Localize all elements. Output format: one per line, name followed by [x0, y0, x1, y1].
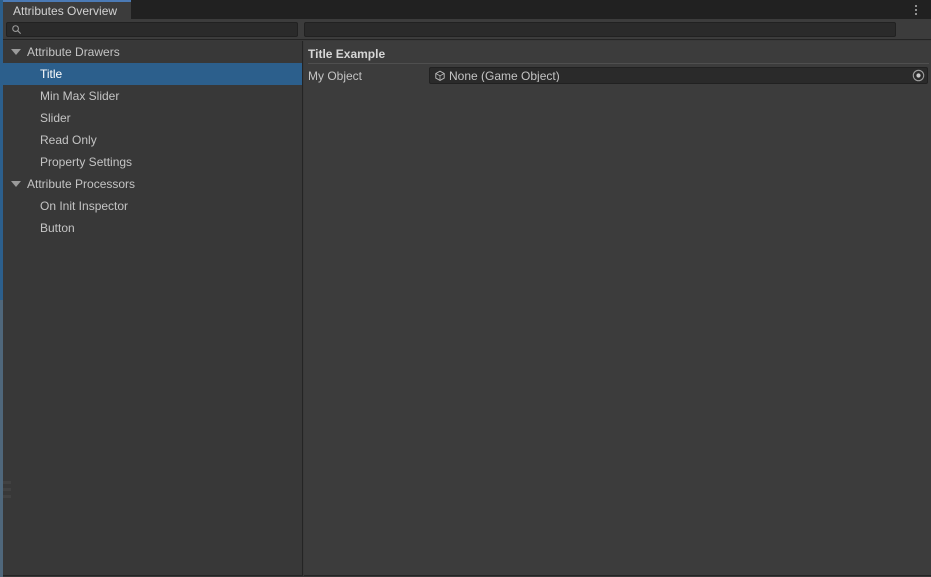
sidebar-item-read-only[interactable]: Read Only — [3, 129, 302, 151]
inspector-header: Title Example — [304, 45, 931, 63]
gutter-artifact — [3, 481, 11, 484]
sidebar-panel: Attribute Drawers Title Min Max Slider Slid… — [3, 41, 303, 576]
sidebar-item-label: Slider — [40, 112, 71, 124]
kebab-menu-icon[interactable] — [909, 2, 923, 17]
sidebar-item-button[interactable]: Button — [3, 217, 302, 239]
sidebar-item-title[interactable]: Title — [3, 63, 302, 85]
gameobject-icon — [434, 70, 446, 82]
inspector-header-divider — [308, 63, 929, 64]
chevron-down-icon[interactable] — [9, 177, 23, 191]
sidebar-item-label: Title — [40, 68, 62, 80]
property-row-my-object: My Object None (Game Object) — [304, 66, 931, 85]
sidebar-item-property-settings[interactable]: Property Settings — [3, 151, 302, 173]
inspector-header-label: Title Example — [308, 47, 385, 61]
sidebar-item-attribute-processors[interactable]: Attribute Processors — [3, 173, 302, 195]
sidebar-item-slider[interactable]: Slider — [3, 107, 302, 129]
tab-label: Attributes Overview — [13, 5, 117, 17]
search-input[interactable] — [22, 23, 297, 36]
tab-bar: Attributes Overview — [0, 0, 931, 19]
toolbar-secondary-field[interactable] — [304, 22, 896, 37]
object-picker-glyph — [912, 69, 925, 82]
sidebar-item-label: Read Only — [40, 134, 97, 146]
toolbar — [0, 19, 931, 40]
object-picker-icon[interactable] — [911, 68, 926, 83]
search-icon — [11, 24, 22, 35]
sidebar-item-label: Attribute Drawers — [27, 46, 120, 58]
sidebar-item-on-init-inspector[interactable]: On Init Inspector — [3, 195, 302, 217]
sidebar-item-label: Button — [40, 222, 75, 234]
property-label: My Object — [304, 70, 429, 82]
sidebar-item-label: On Init Inspector — [40, 200, 128, 212]
kebab-dot — [915, 13, 917, 15]
tab-attributes-overview[interactable]: Attributes Overview — [3, 0, 131, 19]
sidebar-item-min-max-slider[interactable]: Min Max Slider — [3, 85, 302, 107]
search-field[interactable] — [6, 22, 298, 37]
window-focus-strip-inactive — [0, 300, 3, 577]
kebab-dot — [915, 9, 917, 11]
gutter-artifact — [3, 488, 11, 491]
chevron-down-icon[interactable] — [9, 45, 23, 59]
inspector-panel: Title Example My Object None (Game Objec… — [304, 41, 931, 576]
sidebar-item-label: Min Max Slider — [40, 90, 119, 102]
object-field[interactable]: None (Game Object) — [429, 67, 928, 84]
sidebar-item-label: Property Settings — [40, 156, 132, 168]
attribute-tree: Attribute Drawers Title Min Max Slider Slid… — [3, 41, 302, 239]
kebab-dot — [915, 5, 917, 7]
gutter-artifact — [3, 495, 11, 498]
attributes-overview-window: Attributes Overview Attribute Drawers Tit… — [0, 0, 931, 577]
object-field-value: None (Game Object) — [449, 70, 911, 82]
sidebar-item-label: Attribute Processors — [27, 178, 135, 190]
sidebar-item-attribute-drawers[interactable]: Attribute Drawers — [3, 41, 302, 63]
